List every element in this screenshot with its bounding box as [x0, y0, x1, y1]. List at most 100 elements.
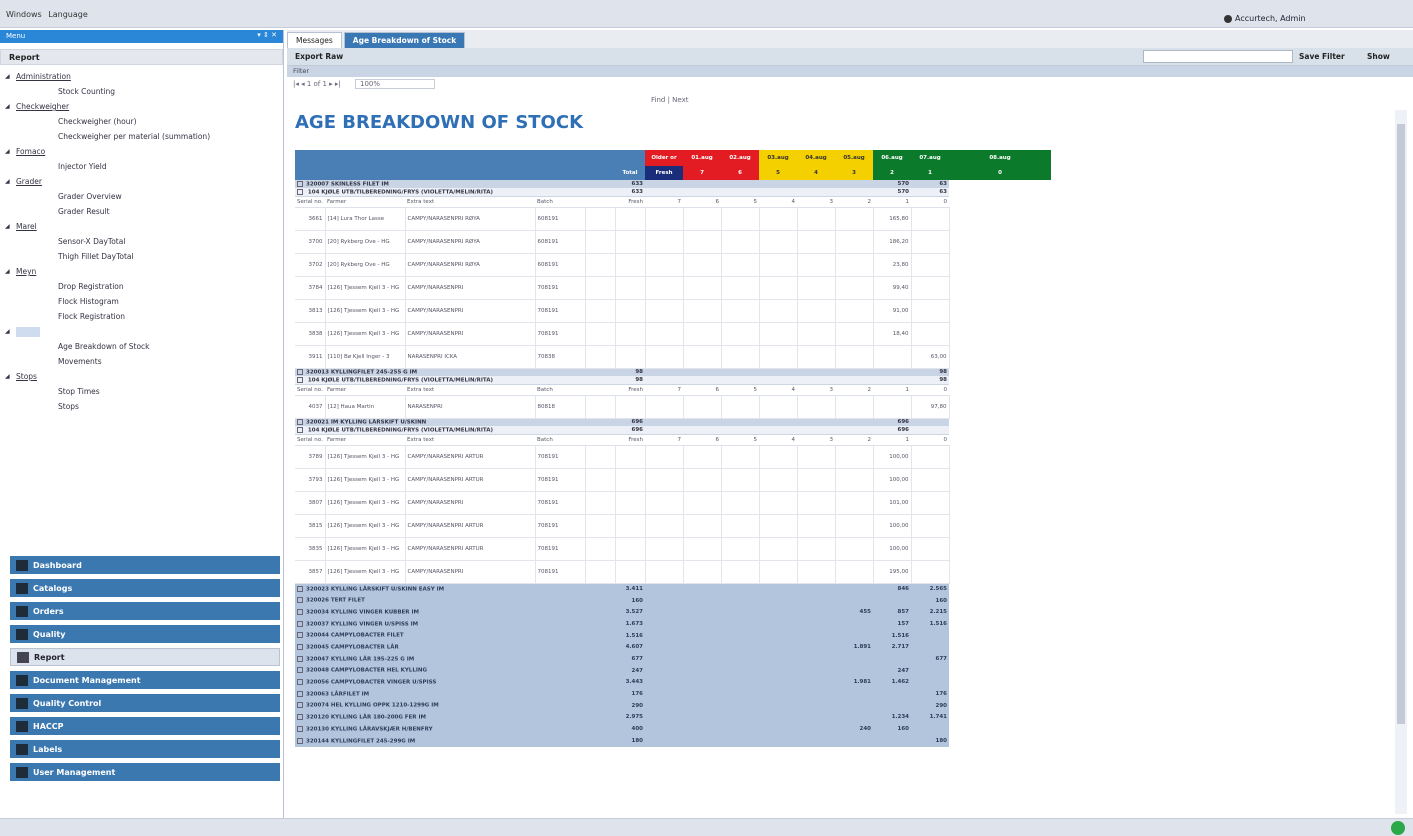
expand-toggle-icon[interactable] [297, 655, 303, 662]
nav-button[interactable]: Quality Control [10, 694, 280, 712]
user-info[interactable]: Accurtech, Admin [1224, 14, 1306, 23]
menu-header-controls[interactable]: ▾ ⇕ ✕ [257, 31, 277, 39]
nav-button[interactable]: Report [10, 648, 280, 666]
nav-button[interactable]: HACCP [10, 717, 280, 735]
expand-toggle-icon[interactable] [297, 608, 303, 615]
tree-item[interactable]: Movements [0, 354, 283, 369]
material-group-row[interactable]: 320021 IM KYLLING LÅRSKIFT U/SKINN 696 696 [295, 418, 1051, 426]
tree-item[interactable]: Checkweigher (hour) [0, 114, 283, 129]
summary-row[interactable]: 320034 KYLLING VINGER KUBBER IM 3.527 455 8… [295, 606, 1051, 619]
nav-button[interactable]: Quality [10, 625, 280, 643]
summary-row[interactable]: 320120 KYLLING LÅR 180-200G FER IM 2.975 1… [295, 711, 1051, 724]
tree-group[interactable]: ◢ Fomaco [0, 144, 283, 159]
vertical-scrollbar[interactable] [1395, 110, 1407, 814]
selected-group-highlight[interactable] [16, 327, 40, 337]
tree-group[interactable]: ◢ Grader [0, 174, 283, 189]
expand-toggle-icon[interactable] [297, 188, 303, 195]
table-row[interactable]: 3911 [110] Bø Kjell Inger - 3 NARASENPRI I… [295, 345, 1051, 369]
filter-expander[interactable]: Filter [287, 66, 1413, 77]
summary-row[interactable]: 320056 CAMPYLOBACTER VINGER U/SPISS 3.443… [295, 676, 1051, 689]
nav-button[interactable]: Orders [10, 602, 280, 620]
menu-windows[interactable]: Windows [6, 10, 42, 19]
expand-triangle-icon[interactable]: ◢ [5, 99, 10, 114]
tab-age-breakdown[interactable]: Age Breakdown of Stock [343, 32, 466, 48]
tree-group[interactable]: ◢ Checkweigher [0, 99, 283, 114]
tree-item[interactable]: Stock Counting [0, 84, 283, 99]
expand-toggle-icon[interactable] [297, 667, 303, 674]
table-row[interactable]: 3815 [126] Tjessem Kjell 3 - HG CAMPY/NARA… [295, 514, 1051, 538]
report-section-header[interactable]: Report [0, 49, 283, 65]
page-navigation[interactable]: |◂ ◂ 1 of 1 ▸ ▸| [293, 80, 341, 88]
summary-row[interactable]: 320144 KYLLINGFILET 245-299G IM 180 180 [295, 734, 1051, 747]
tree-item[interactable]: Flock Histogram [0, 294, 283, 309]
summary-row[interactable]: 320063 LÅRFILET IM 176 176 [295, 688, 1051, 700]
table-row[interactable]: 4037 [12] Haua Martin NARASENPRI 80818 97,80 [295, 395, 1051, 419]
expand-toggle-icon[interactable] [297, 426, 303, 433]
expand-toggle-icon[interactable] [297, 597, 303, 604]
summary-row[interactable]: 320045 CAMPYLOBACTER LÅR 4.607 1.891 2.717 [295, 641, 1051, 654]
tree-item[interactable]: Grader Overview [0, 189, 283, 204]
tree-item[interactable]: Checkweigher per material (summation) [0, 129, 283, 144]
table-row[interactable]: 3835 [126] Tjessem Kjell 3 - HG CAMPY/NARA… [295, 537, 1051, 561]
table-row[interactable]: 3807 [126] Tjessem Kjell 3 - HG CAMPY/NARA… [295, 491, 1051, 515]
product-row[interactable]: 104 KJØLE UTB/TILBEREDNING/FRYS (VIOLETT… [295, 426, 1051, 435]
export-raw-button[interactable]: Export Raw [295, 52, 343, 61]
expand-toggle-icon[interactable] [297, 369, 303, 375]
tree-item[interactable]: Sensor-X DayTotal [0, 234, 283, 249]
expand-toggle-icon[interactable] [297, 585, 303, 592]
tree-item[interactable]: Flock Registration [0, 309, 283, 324]
expand-triangle-icon[interactable]: ◢ [5, 69, 10, 84]
expand-triangle-icon[interactable]: ◢ [5, 144, 10, 159]
material-group-row[interactable]: 320007 SKINLESS FILET IM 633 570 63 [295, 180, 1051, 188]
tree-item[interactable]: Stop Times [0, 384, 283, 399]
summary-row[interactable]: 320037 KYLLING VINGER U/SPISS IM 1.673 157… [295, 618, 1051, 630]
table-row[interactable]: 3793 [126] Tjessem Kjell 3 - HG CAMPY/NARA… [295, 468, 1051, 492]
summary-row[interactable]: 320026 TERT FILET 160 160 [295, 594, 1051, 607]
expand-toggle-icon[interactable] [297, 419, 303, 425]
saved-filter-select[interactable] [1143, 50, 1293, 63]
summary-row[interactable]: 320074 HEL KYLLING OPPK 1210-1299G IM 290… [295, 699, 1051, 712]
tree-item[interactable]: Stops [0, 399, 283, 414]
tree-item[interactable]: Age Breakdown of Stock [0, 339, 283, 354]
tree-item[interactable]: Injector Yield [0, 159, 283, 174]
table-row[interactable]: 3813 [126] Tjessem Kjell 3 - HG CAMPY/NARA… [295, 299, 1051, 323]
table-row[interactable]: 3789 [126] Tjessem Kjell 3 - HG CAMPY/NARA… [295, 445, 1051, 469]
show-button[interactable]: Show [1367, 52, 1390, 61]
product-row[interactable]: 104 KJØLE UTB/TILBEREDNING/FRYS (VIOLETT… [295, 188, 1051, 197]
menu-language[interactable]: Language [48, 10, 87, 19]
table-row[interactable]: 3702 [20] Rykberg Ove - HG CAMPY/NARASENPR… [295, 253, 1051, 277]
expand-triangle-icon[interactable]: ◢ [5, 219, 10, 234]
expand-toggle-icon[interactable] [297, 644, 303, 651]
product-row[interactable]: 104 KJØLE UTB/TILBEREDNING/FRYS (VIOLETT… [295, 376, 1051, 385]
expand-triangle-icon[interactable]: ◢ [5, 174, 10, 189]
tree-item[interactable]: Drop Registration [0, 279, 283, 294]
nav-button[interactable]: Dashboard [10, 556, 280, 574]
nav-button[interactable]: Labels [10, 740, 280, 758]
expand-toggle-icon[interactable] [297, 702, 303, 709]
tree-group[interactable]: ◢ Marel [0, 219, 283, 234]
expand-toggle-icon[interactable] [297, 725, 303, 732]
tab-messages[interactable]: Messages [287, 32, 342, 48]
expand-triangle-icon[interactable]: ◢ [5, 264, 10, 279]
table-row[interactable]: 3700 [20] Rykberg Ove - HG CAMPY/NARASENPR… [295, 230, 1051, 254]
find-next[interactable]: Find | Next [651, 96, 688, 104]
nav-button[interactable]: Catalogs [10, 579, 280, 597]
summary-row[interactable]: 320044 CAMPYLOBACTER FILET 1.516 1.516 [295, 629, 1051, 642]
expand-triangle-icon[interactable]: ◢ [5, 369, 10, 384]
tree-item[interactable]: Grader Result [0, 204, 283, 219]
tree-group[interactable]: ◢ Administration [0, 69, 283, 84]
table-row[interactable]: 3838 [126] Tjessem Kjell 3 - HG CAMPY/NARA… [295, 322, 1051, 346]
expand-toggle-icon[interactable] [297, 620, 303, 627]
expand-toggle-icon[interactable] [297, 737, 303, 744]
table-row[interactable]: 3784 [126] Tjessem Kjell 3 - HG CAMPY/NARA… [295, 276, 1051, 300]
summary-row[interactable]: 320023 KYLLING LÅRSKIFT U/SKINN EASY IM 3… [295, 583, 1051, 595]
expand-toggle-icon[interactable] [297, 376, 303, 383]
expand-toggle-icon[interactable] [297, 690, 303, 697]
save-filter-button[interactable]: Save Filter [1299, 52, 1345, 61]
expand-toggle-icon[interactable] [297, 679, 303, 686]
tree-group[interactable]: ◢ Stops [0, 369, 283, 384]
expand-toggle-icon[interactable] [297, 632, 303, 639]
material-group-row[interactable]: 320013 KYLLINGFILET 245-255 G IM 98 98 [295, 368, 1051, 376]
tree-group[interactable]: ◢ Meyn [0, 264, 283, 279]
table-row[interactable]: 3661 [14] Lura Thor Lasse CAMPY/NARASENPRI… [295, 207, 1051, 231]
